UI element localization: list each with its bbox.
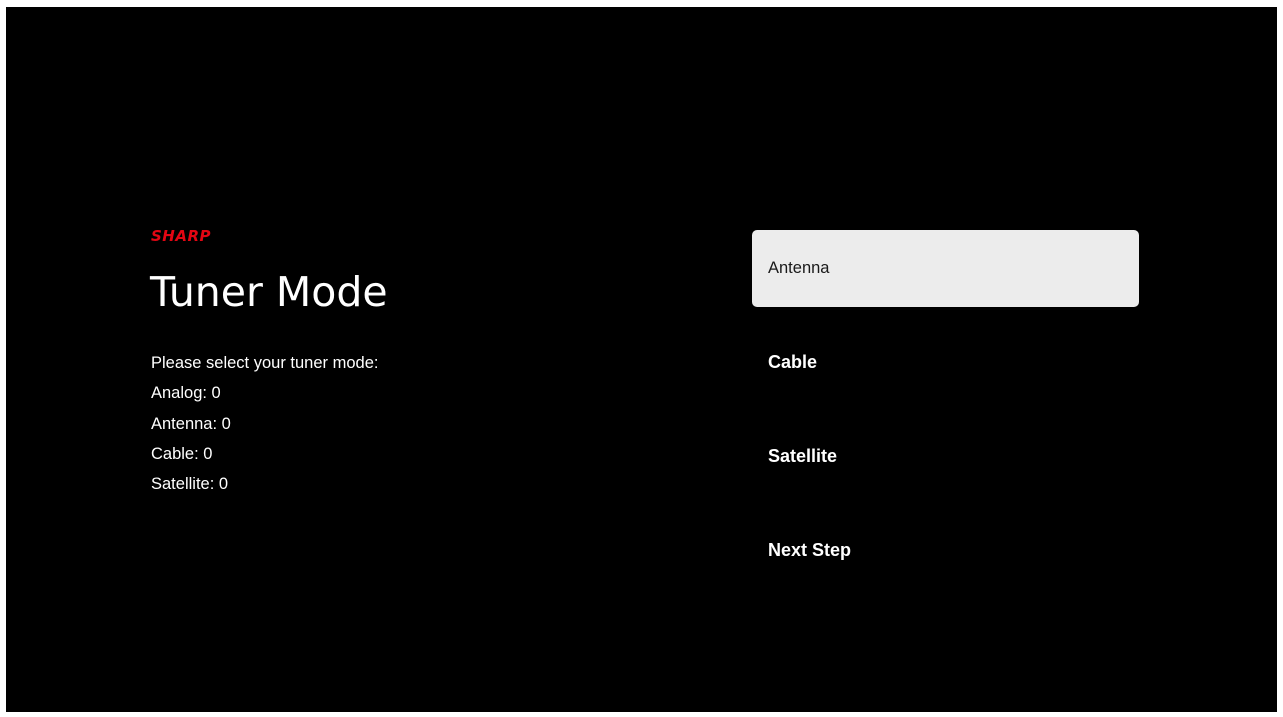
menu-item-next-step[interactable]: Next Step: [752, 512, 1139, 589]
menu-item-label: Cable: [768, 352, 818, 372]
page-title: Tuner Mode: [150, 268, 388, 316]
menu-item-antenna[interactable]: Antenna: [752, 230, 1139, 307]
menu-item-cable[interactable]: Cable: [752, 324, 1139, 401]
analog-count: Analog: 0: [151, 384, 221, 403]
sharp-logo: SHARP: [151, 227, 212, 245]
tv-screen: SHARP Tuner Mode Please select your tune…: [6, 7, 1277, 712]
menu-item-label: Antenna: [768, 259, 830, 277]
tuner-mode-menu: Antenna Cable Satellite Next Step: [752, 230, 1139, 606]
menu-item-satellite[interactable]: Satellite: [752, 418, 1139, 495]
tuner-mode-description: Please select your tuner mode: Analog: 0…: [151, 348, 378, 499]
menu-item-label: Next Step: [768, 540, 852, 560]
description-prompt: Please select your tuner mode:: [151, 354, 379, 372]
antenna-count: Antenna: 0: [151, 414, 231, 433]
satellite-count: Satellite: 0: [151, 475, 229, 494]
menu-item-label: Satellite: [768, 446, 838, 466]
cable-count: Cable: 0: [151, 444, 213, 463]
